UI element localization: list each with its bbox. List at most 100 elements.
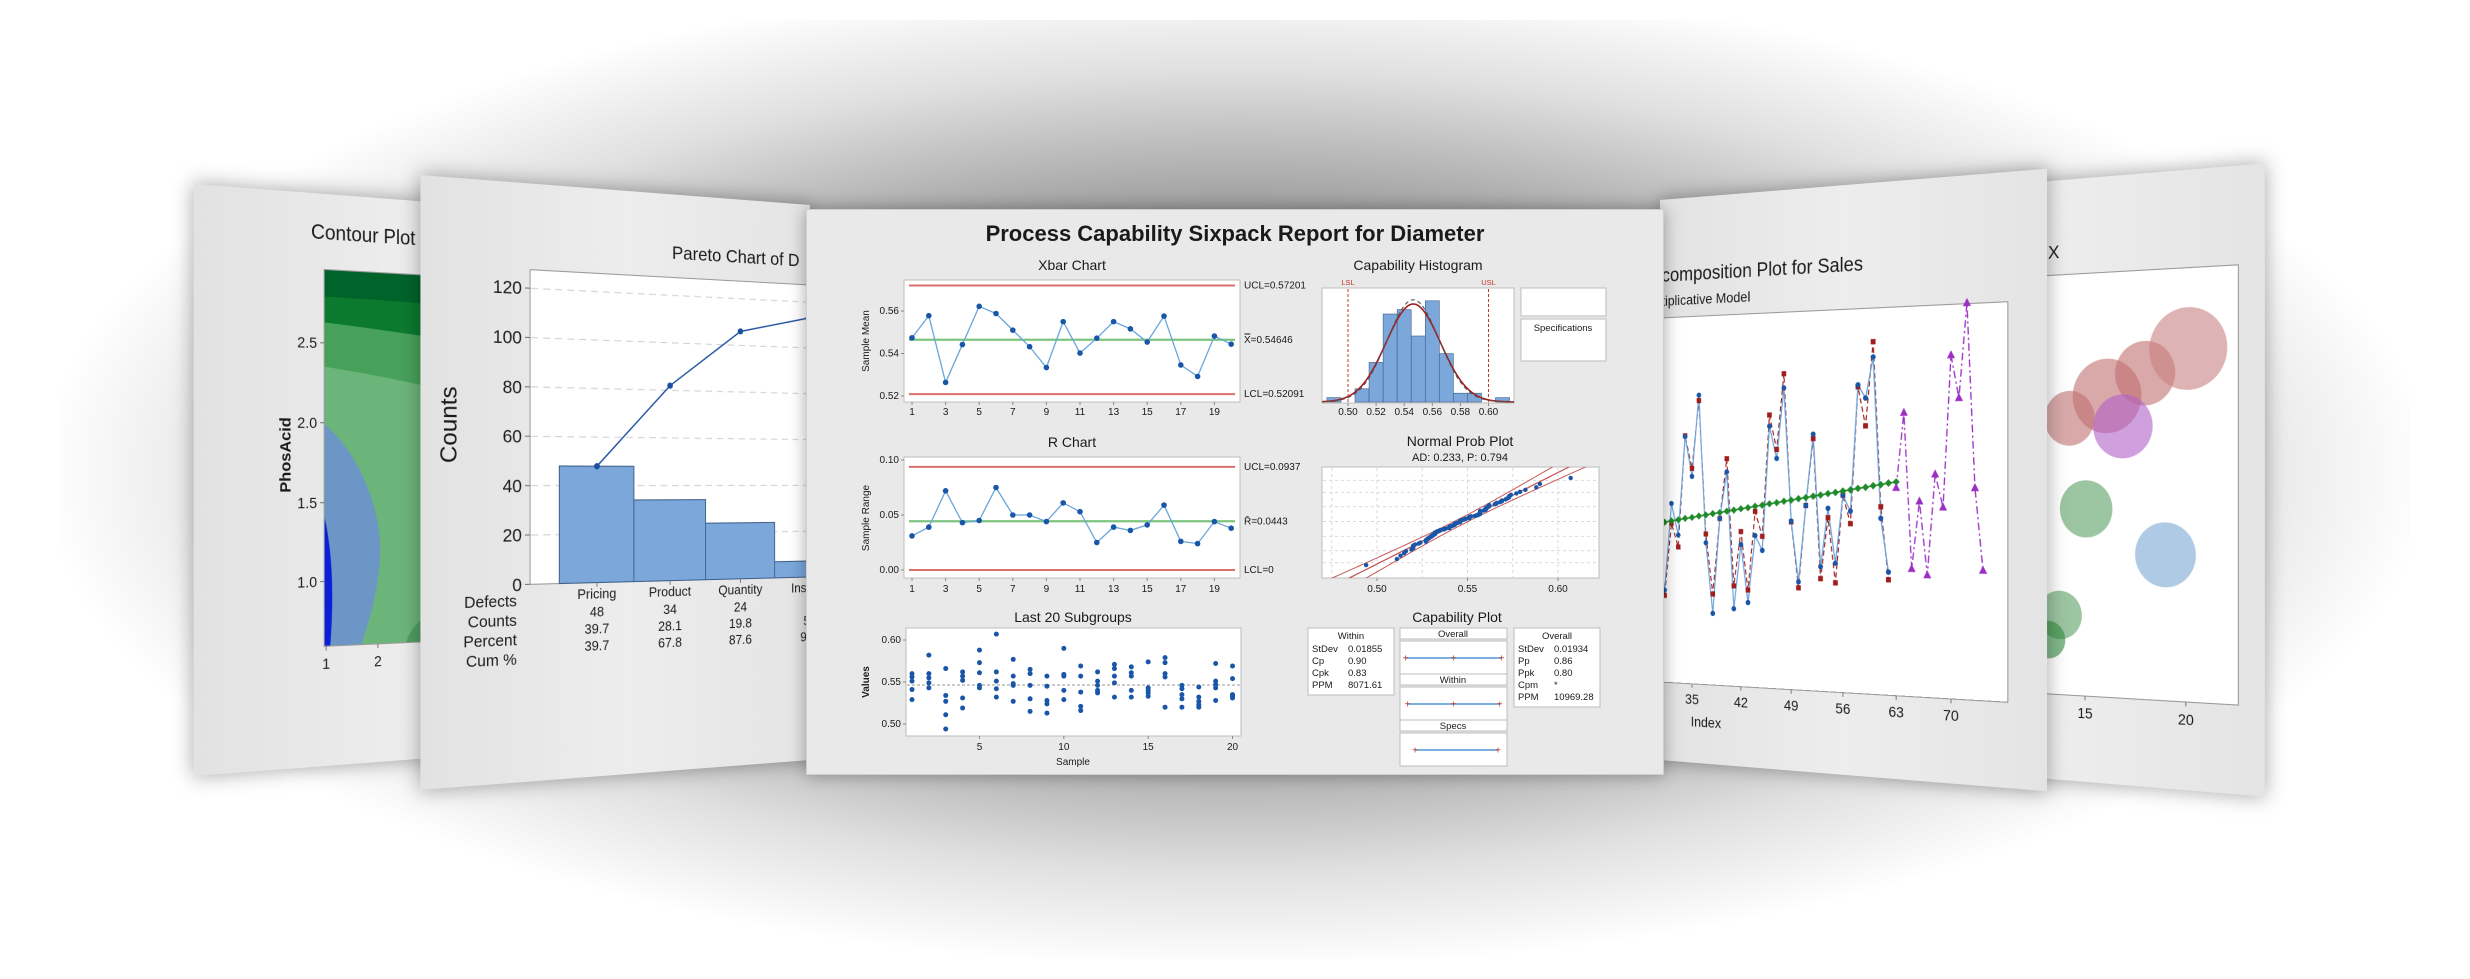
center-label: X̿=0.54646: [1244, 333, 1293, 346]
data-point: [993, 669, 999, 675]
data-point: [1094, 539, 1100, 546]
interval-title: Overall: [1438, 629, 1468, 640]
x-tick-label: 70: [1943, 706, 1959, 724]
stat-name: StDev: [1518, 644, 1544, 655]
data-point: [1078, 689, 1084, 695]
actual-marker: [1669, 500, 1674, 507]
data-point: [943, 726, 949, 732]
data-point: [1060, 500, 1066, 506]
x-tick-label: 20: [1227, 742, 1239, 753]
data-point: [1127, 326, 1134, 332]
data-point: [1145, 693, 1151, 699]
x-tick-label: 0.58: [1451, 407, 1471, 418]
stat-value: 0.86: [1554, 656, 1573, 667]
sixpack-report-panel: Process Capability Sixpack Report for Di…: [806, 209, 1664, 775]
actual-marker: [1689, 473, 1695, 479]
actual-marker: [1774, 455, 1780, 462]
actual-marker: [1724, 469, 1730, 475]
data-point: [993, 631, 999, 637]
fits-marker: [1825, 515, 1831, 521]
stat-value: 0.01934: [1554, 644, 1588, 655]
ucl-label: UCL=0.57201: [1244, 280, 1306, 291]
stat-name: PPM: [1312, 680, 1333, 691]
data-point: [1043, 518, 1050, 525]
percent-value: 19.8: [729, 615, 752, 631]
x-tick-label: 1: [322, 654, 330, 672]
decomposition-plot-area: [1660, 302, 2008, 703]
table-row-label: Defects: [464, 593, 517, 612]
data-point: [960, 677, 966, 683]
y-tick-label: 0.55: [882, 677, 902, 688]
x-tick-label: 0.55: [1458, 584, 1478, 595]
data-point: [1061, 673, 1067, 679]
data-point: [993, 686, 999, 692]
category-label: Product: [649, 583, 692, 600]
stat-value: 0.01855: [1348, 644, 1382, 655]
data-point: [1534, 485, 1539, 490]
x-tick-label: 5: [976, 407, 982, 418]
table-row-label: Counts: [468, 613, 517, 632]
interval-tick: +: [1451, 654, 1457, 665]
fits-marker: [1870, 338, 1876, 345]
pareto-bar: [775, 560, 810, 578]
data-point: [1145, 659, 1151, 665]
data-point: [1128, 673, 1134, 679]
overall-stats-box-title: Overall: [1542, 631, 1572, 642]
data-point: [1010, 512, 1016, 518]
x-tick-label: 15: [1142, 407, 1154, 418]
data-point: [1487, 502, 1492, 508]
data-point: [1010, 327, 1016, 333]
data-point: [1044, 701, 1050, 707]
data-point: [1537, 481, 1543, 487]
data-point: [1213, 697, 1219, 703]
decomposition-xlabel: Index: [1691, 713, 1722, 731]
forecast-marker: [1962, 297, 1972, 307]
x-tick-label: 35: [1685, 691, 1699, 708]
fits-marker: [1818, 576, 1823, 582]
data-point: [1128, 664, 1134, 670]
data-point: [1228, 341, 1234, 347]
histogram-title: Capability Histogram: [1353, 257, 1482, 273]
bubble-title: X: [2048, 241, 2059, 263]
data-point: [1026, 343, 1033, 350]
contour-title: Contour Plot o: [311, 220, 430, 251]
data-point: [1078, 708, 1084, 714]
data-point: [993, 694, 999, 700]
x-tick-label: 5: [977, 742, 983, 753]
x-tick-label: 0.54: [1394, 407, 1414, 418]
data-point: [1044, 673, 1050, 679]
data-point: [1161, 313, 1167, 319]
data-point: [909, 697, 915, 703]
stat-value: 0.83: [1348, 668, 1367, 679]
data-point: [943, 666, 949, 672]
data-point: [1010, 682, 1016, 688]
percent-value: 39.7: [585, 620, 610, 637]
y-tick-label: 0.60: [882, 635, 902, 646]
stat-value: 10969.28: [1554, 692, 1594, 703]
report-title: Process Capability Sixpack Report for Di…: [986, 221, 1485, 246]
data-point: [1162, 655, 1168, 661]
decomposition-title: composition Plot for Sales: [1662, 252, 1863, 286]
actual-marker: [1803, 502, 1809, 509]
x-tick-label: 2: [374, 652, 382, 670]
x-tick-label: 9: [1044, 407, 1050, 418]
data-point: [1230, 663, 1236, 669]
interval-title: Specs: [1440, 721, 1467, 732]
fits-marker: [1689, 465, 1695, 471]
x-tick-label: 11: [1075, 407, 1086, 418]
prob-plot-title: Normal Prob Plot: [1407, 433, 1514, 449]
data-point: [1026, 512, 1033, 518]
interval-tick: +: [1497, 700, 1503, 711]
x-tick-label: 19: [1209, 584, 1221, 595]
y-tick-label: 120: [493, 276, 522, 298]
data-point: [1196, 704, 1202, 710]
data-point: [942, 379, 949, 386]
capability-plot: WithinStDev 0.01855Cp 0.90Cpk 0.83PPM 8071.6…: [1307, 627, 1601, 767]
data-point: [1568, 475, 1573, 481]
data-point: [1211, 518, 1218, 525]
data-point: [1517, 489, 1523, 495]
y-tick-label: 100: [493, 326, 522, 348]
data-point: [909, 334, 915, 341]
data-point: [1127, 527, 1134, 534]
interval-tick: +: [1404, 700, 1410, 711]
